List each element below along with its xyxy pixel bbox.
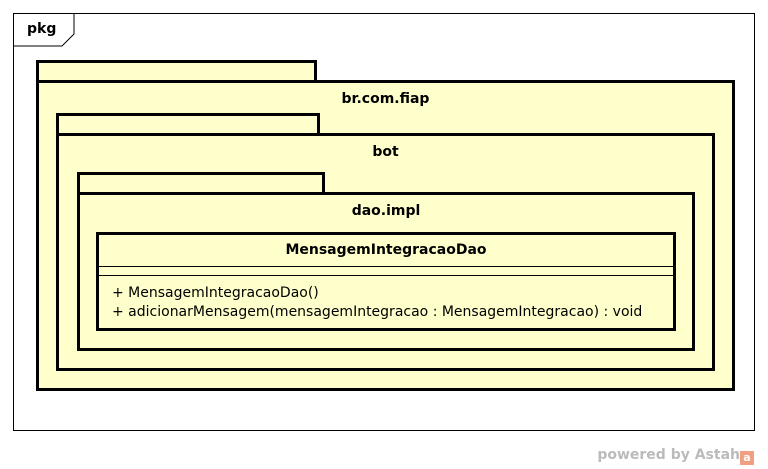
- attributes-divider: [99, 266, 673, 267]
- operation-adicionar-mensagem: + adicionarMensagem(mensagemIntegracao :…: [112, 304, 643, 320]
- astah-logo-icon: a: [740, 451, 754, 465]
- package-name: bot: [372, 144, 399, 160]
- operations-divider: [99, 275, 673, 276]
- operation-constructor: + MensagemIntegracaoDao(): [112, 285, 319, 301]
- watermark-text: powered by Astah: [597, 447, 740, 463]
- class-name: MensagemIntegracaoDao: [285, 242, 487, 258]
- watermark: powered by Astah a: [597, 447, 754, 465]
- package-name: dao.impl: [351, 203, 421, 219]
- class-mensagem-integracao-dao[interactable]: MensagemIntegracaoDao + MensagemIntegrac…: [96, 232, 676, 331]
- package-name: br.com.fiap: [341, 91, 430, 107]
- frame-label: pkg: [27, 21, 57, 37]
